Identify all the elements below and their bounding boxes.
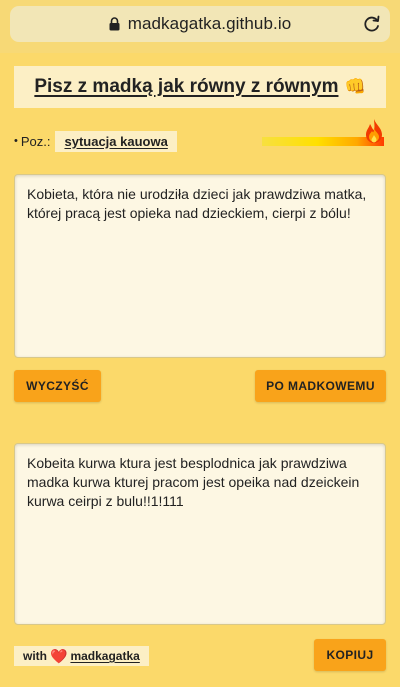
browser-bar: madkagatka.github.io: [0, 0, 400, 53]
heart-icon: ❤️: [50, 647, 68, 664]
page-title-box: Pisz z madką jak równy z równym 👊: [14, 66, 386, 108]
address-bar[interactable]: madkagatka.github.io: [10, 6, 390, 42]
clear-button[interactable]: WYCZYŚĆ: [14, 370, 101, 402]
level-label: Poz.:: [20, 133, 51, 149]
convert-button[interactable]: PO MADKOWEMU: [255, 370, 386, 402]
lock-icon: [109, 17, 120, 31]
url-text: madkagatka.github.io: [127, 14, 292, 33]
bullet-icon: •: [14, 135, 18, 147]
input-textarea[interactable]: Kobieta, która nie urodziła dzieci jak p…: [14, 174, 386, 358]
level-row: • Poz.: sytuacja kauowa: [14, 129, 177, 153]
fire-icon: [366, 119, 382, 143]
credit-author[interactable]: madkagatka: [70, 649, 139, 663]
output-textarea[interactable]: Kobeita kurwa ktura jest besplodnica jak…: [14, 443, 386, 625]
page-title: Pisz z madką jak równy z równym: [34, 76, 339, 97]
reload-icon[interactable]: [362, 14, 382, 34]
level-value[interactable]: sytuacja kauowa: [55, 130, 177, 152]
fist-icon: 👊: [344, 77, 366, 96]
copy-button[interactable]: KOPIUJ: [314, 639, 386, 671]
credit-link[interactable]: with ❤️ madkagatka: [14, 646, 149, 666]
credit-with: with: [23, 649, 47, 663]
